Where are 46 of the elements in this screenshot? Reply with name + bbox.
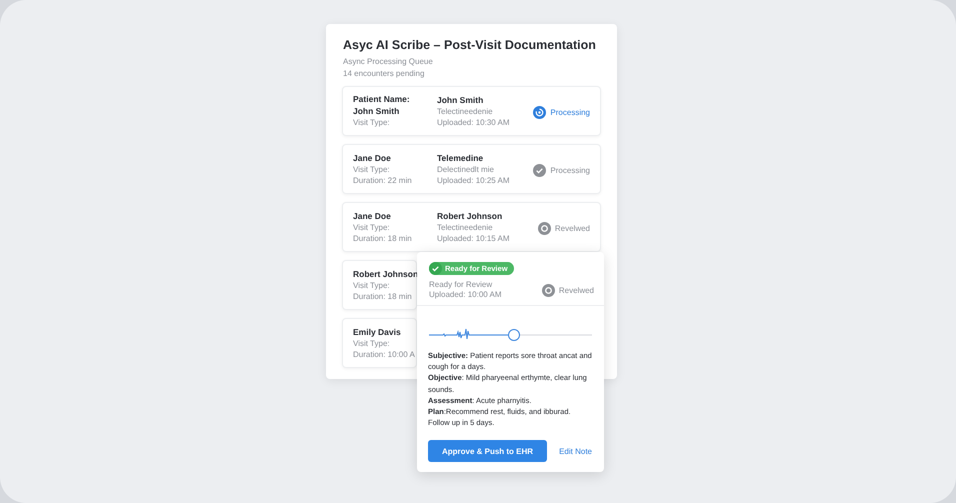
status-label: Processing — [550, 108, 590, 117]
check-icon — [533, 164, 546, 177]
patient-name: Jane Doe — [353, 152, 392, 164]
review-detail: Ready for Review — [429, 280, 492, 290]
check-icon — [429, 262, 442, 275]
status-label: Revelwed — [558, 286, 594, 295]
encounter-detail: Uploaded: 10:15 AM — [437, 234, 510, 244]
encounter-detail: Uploaded: 10:25 AM — [437, 176, 510, 186]
status-label: Processing — [550, 166, 590, 175]
patient-name: Robert Johnson — [437, 210, 504, 222]
pending-count: 14 encounters pending — [343, 68, 426, 80]
encounter-detail: Visit Type: — [353, 164, 391, 174]
encounter-card[interactable]: Robert Johnson Visit Type: Duration: 18 min — [342, 260, 417, 310]
encounter-detail: Visit Type: — [353, 118, 391, 128]
encounter-card[interactable]: Jane Doe Visit Type: Duration: 18 min Robert Johnson Telectineedenie Uploaded: 10:15 AM Revelwed — [342, 202, 601, 252]
patient-name: Jane Doe — [353, 210, 392, 222]
page-title: Asyc AI Scribe – Post-Visit Documentation — [343, 38, 597, 52]
patient-name: Robert Johnson — [353, 268, 418, 280]
edit-note-link[interactable]: Edit Note — [559, 446, 592, 456]
encounter-card[interactable]: Emily Davis Visit Type: Duration: 10:00 A — [342, 318, 417, 368]
status-label: Revelwed — [554, 224, 590, 233]
encounter-detail: Visit Type: — [353, 222, 391, 232]
encounter-detail: Telectineedenie — [437, 222, 494, 232]
encounter-detail: Duration: 10:00 A — [353, 350, 415, 360]
encounter-detail: Telectineedenie — [437, 106, 494, 116]
encounter-detail: Uploaded: 10:30 AM — [437, 118, 510, 128]
encounter-detail: Visit Type: — [353, 280, 391, 290]
status-ring-icon — [538, 222, 551, 235]
patient-name: Telemedine — [437, 152, 484, 164]
encounter-detail: Delectinedlt mie — [437, 164, 495, 174]
patient-name: John Smith — [437, 94, 484, 106]
approve-button[interactable]: Approve & Push to EHR — [428, 440, 547, 462]
queue-subtitle: Async Processing Queue — [343, 56, 434, 68]
encounter-detail: Duration: 18 min — [353, 234, 413, 244]
playback-slider-thumb[interactable] — [508, 329, 520, 341]
encounter-detail: Duration: 22 min — [353, 176, 413, 186]
spinner-icon — [533, 106, 546, 119]
patient-name: John Smith — [353, 106, 400, 117]
status-ring-icon — [542, 284, 555, 297]
encounter-detail: Visit Type: — [353, 338, 391, 348]
encounter-card[interactable]: Jane Doe Visit Type: Duration: 22 min Telemedine Delectinedlt mie Uploaded: 10:25 AM Processing — [342, 144, 601, 194]
encounter-card[interactable]: Patient Name: John Smith Visit Type: John Smith Telectineedenie Uploaded: 10:30 AM Processing — [342, 86, 601, 136]
review-detail: Uploaded: 10:00 AM — [429, 290, 502, 300]
patient-name: Patient Name: — [353, 94, 411, 105]
encounter-detail: Duration: 18 min — [353, 292, 413, 302]
patient-name: Emily Davis — [353, 326, 402, 338]
